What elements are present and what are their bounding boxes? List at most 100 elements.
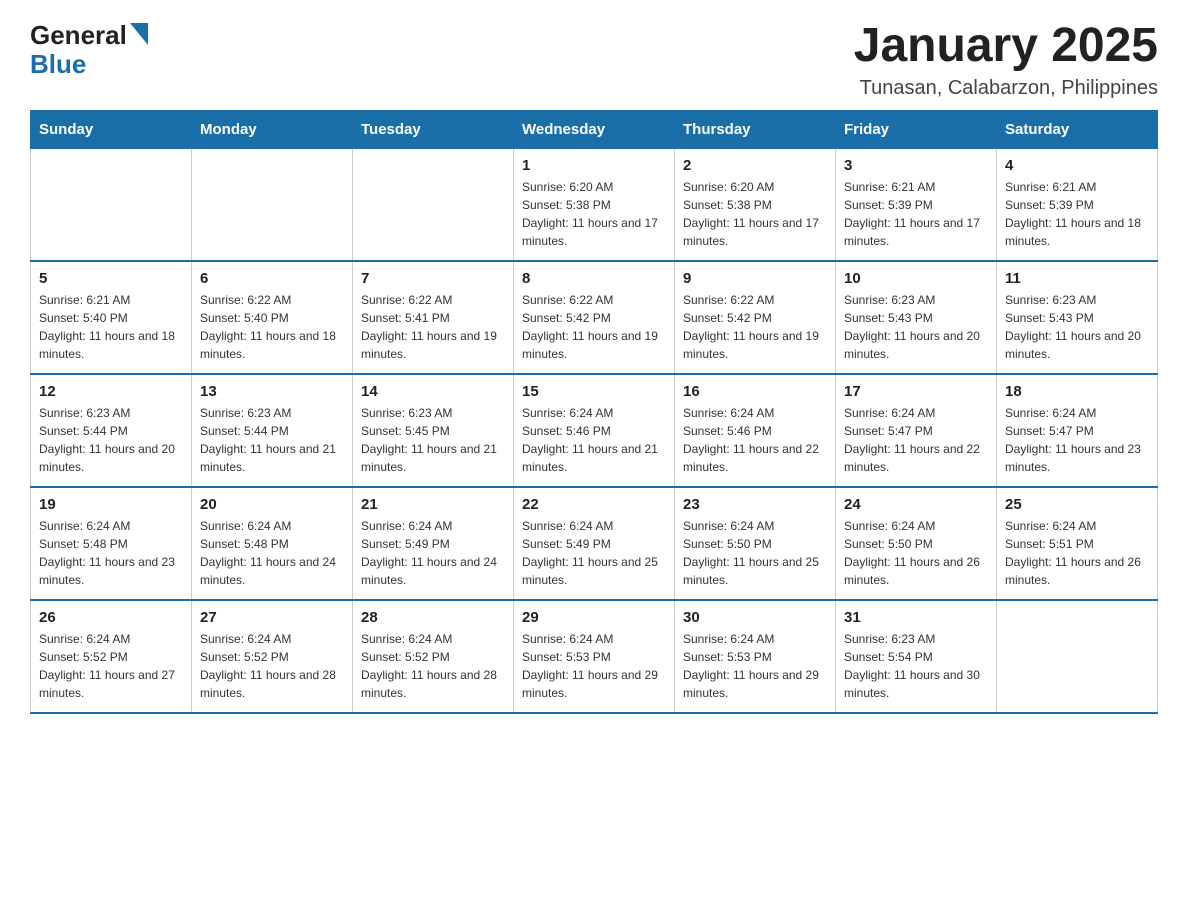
day-info: Sunrise: 6:24 AMSunset: 5:50 PMDaylight:… <box>844 517 988 589</box>
day-number: 30 <box>683 609 827 626</box>
page-header: General Blue January 2025 Tunasan, Calab… <box>30 20 1158 100</box>
day-number: 1 <box>522 157 666 174</box>
calendar-body: 1 Sunrise: 6:20 AMSunset: 5:38 PMDaylight… <box>31 148 1158 713</box>
calendar-cell: 24 Sunrise: 6:24 AMSunset: 5:50 PMDayligh… <box>836 487 997 600</box>
day-info: Sunrise: 6:24 AMSunset: 5:46 PMDaylight:… <box>683 404 827 476</box>
day-info: Sunrise: 6:20 AMSunset: 5:38 PMDaylight:… <box>683 178 827 250</box>
calendar-cell: 29Sunrise: 6:24 AMSunset: 5:53 PMDayligh… <box>514 600 675 713</box>
page-subtitle: Tunasan, Calabarzon, Philippines <box>854 77 1158 100</box>
calendar-cell <box>353 148 514 261</box>
day-info: Sunrise: 6:24 AMSunset: 5:47 PMDaylight:… <box>844 404 988 476</box>
calendar-header-row: SundayMondayTuesdayWednesdayThursdayFrid… <box>31 110 1158 148</box>
calendar-cell: 14 Sunrise: 6:23 AMSunset: 5:45 PMDayligh… <box>353 374 514 487</box>
calendar-cell: 15 Sunrise: 6:24 AMSunset: 5:46 PMDayligh… <box>514 374 675 487</box>
day-info: Sunrise: 6:24 AMSunset: 5:52 PMDaylight:… <box>361 630 505 702</box>
day-info: Sunrise: 6:24 AMSunset: 5:48 PMDaylight:… <box>39 517 183 589</box>
day-info: Sunrise: 6:24 AMSunset: 5:46 PMDaylight:… <box>522 404 666 476</box>
day-number: 19 <box>39 496 183 513</box>
calendar-cell: 19 Sunrise: 6:24 AMSunset: 5:48 PMDayligh… <box>31 487 192 600</box>
day-info: Sunrise: 6:21 AMSunset: 5:39 PMDaylight:… <box>844 178 988 250</box>
calendar-cell: 3Sunrise: 6:21 AMSunset: 5:39 PMDaylight… <box>836 148 997 261</box>
day-info: Sunrise: 6:23 AMSunset: 5:54 PMDaylight:… <box>844 630 988 702</box>
calendar-cell: 22 Sunrise: 6:24 AMSunset: 5:49 PMDayligh… <box>514 487 675 600</box>
calendar-cell: 9 Sunrise: 6:22 AMSunset: 5:42 PMDaylight… <box>675 261 836 374</box>
day-number: 9 <box>683 270 827 287</box>
logo-triangle-icon <box>130 23 148 45</box>
day-info: Sunrise: 6:23 AMSunset: 5:43 PMDaylight:… <box>1005 291 1149 363</box>
day-number: 15 <box>522 383 666 400</box>
header-thursday: Thursday <box>675 110 836 148</box>
calendar-cell <box>31 148 192 261</box>
day-number: 21 <box>361 496 505 513</box>
calendar-cell: 11 Sunrise: 6:23 AMSunset: 5:43 PMDayligh… <box>997 261 1158 374</box>
calendar-cell: 28 Sunrise: 6:24 AMSunset: 5:52 PMDayligh… <box>353 600 514 713</box>
day-number: 5 <box>39 270 183 287</box>
logo-general-text: General <box>30 20 127 51</box>
day-info: Sunrise: 6:24 AMSunset: 5:47 PMDaylight:… <box>1005 404 1149 476</box>
calendar-header: SundayMondayTuesdayWednesdayThursdayFrid… <box>31 110 1158 148</box>
calendar-cell: 5Sunrise: 6:21 AMSunset: 5:40 PMDaylight… <box>31 261 192 374</box>
day-info: Sunrise: 6:24 AMSunset: 5:49 PMDaylight:… <box>361 517 505 589</box>
calendar-week-1: 1 Sunrise: 6:20 AMSunset: 5:38 PMDaylight… <box>31 148 1158 261</box>
calendar-cell <box>192 148 353 261</box>
day-number: 23 <box>683 496 827 513</box>
day-info: Sunrise: 6:24 AMSunset: 5:53 PMDaylight:… <box>683 630 827 702</box>
day-number: 11 <box>1005 270 1149 287</box>
day-info: Sunrise: 6:22 AMSunset: 5:42 PMDaylight:… <box>522 291 666 363</box>
header-sunday: Sunday <box>31 110 192 148</box>
logo: General Blue <box>30 20 148 80</box>
calendar-cell: 25Sunrise: 6:24 AMSunset: 5:51 PMDayligh… <box>997 487 1158 600</box>
calendar-cell: 12 Sunrise: 6:23 AMSunset: 5:44 PMDayligh… <box>31 374 192 487</box>
day-number: 26 <box>39 609 183 626</box>
calendar-week-4: 19 Sunrise: 6:24 AMSunset: 5:48 PMDayligh… <box>31 487 1158 600</box>
day-number: 14 <box>361 383 505 400</box>
day-info: Sunrise: 6:23 AMSunset: 5:44 PMDaylight:… <box>200 404 344 476</box>
calendar-cell: 1 Sunrise: 6:20 AMSunset: 5:38 PMDaylight… <box>514 148 675 261</box>
calendar-cell: 2 Sunrise: 6:20 AMSunset: 5:38 PMDaylight… <box>675 148 836 261</box>
day-number: 16 <box>683 383 827 400</box>
day-number: 12 <box>39 383 183 400</box>
day-number: 20 <box>200 496 344 513</box>
calendar-cell: 7Sunrise: 6:22 AMSunset: 5:41 PMDaylight… <box>353 261 514 374</box>
day-number: 2 <box>683 157 827 174</box>
logo-blue-text: Blue <box>30 49 86 80</box>
calendar-cell: 27 Sunrise: 6:24 AMSunset: 5:52 PMDayligh… <box>192 600 353 713</box>
day-info: Sunrise: 6:24 AMSunset: 5:52 PMDaylight:… <box>39 630 183 702</box>
calendar-cell: 20Sunrise: 6:24 AMSunset: 5:48 PMDayligh… <box>192 487 353 600</box>
day-number: 25 <box>1005 496 1149 513</box>
day-number: 18 <box>1005 383 1149 400</box>
day-number: 22 <box>522 496 666 513</box>
calendar-cell: 8 Sunrise: 6:22 AMSunset: 5:42 PMDaylight… <box>514 261 675 374</box>
header-tuesday: Tuesday <box>353 110 514 148</box>
calendar-cell: 17Sunrise: 6:24 AMSunset: 5:47 PMDayligh… <box>836 374 997 487</box>
day-number: 4 <box>1005 157 1149 174</box>
day-number: 10 <box>844 270 988 287</box>
header-saturday: Saturday <box>997 110 1158 148</box>
day-info: Sunrise: 6:24 AMSunset: 5:49 PMDaylight:… <box>522 517 666 589</box>
header-friday: Friday <box>836 110 997 148</box>
calendar-cell: 6Sunrise: 6:22 AMSunset: 5:40 PMDaylight… <box>192 261 353 374</box>
day-info: Sunrise: 6:23 AMSunset: 5:45 PMDaylight:… <box>361 404 505 476</box>
calendar-week-3: 12 Sunrise: 6:23 AMSunset: 5:44 PMDayligh… <box>31 374 1158 487</box>
calendar-cell: 23 Sunrise: 6:24 AMSunset: 5:50 PMDayligh… <box>675 487 836 600</box>
day-number: 24 <box>844 496 988 513</box>
calendar-cell: 26 Sunrise: 6:24 AMSunset: 5:52 PMDayligh… <box>31 600 192 713</box>
day-info: Sunrise: 6:21 AMSunset: 5:39 PMDaylight:… <box>1005 178 1149 250</box>
calendar-week-2: 5Sunrise: 6:21 AMSunset: 5:40 PMDaylight… <box>31 261 1158 374</box>
day-info: Sunrise: 6:20 AMSunset: 5:38 PMDaylight:… <box>522 178 666 250</box>
day-info: Sunrise: 6:22 AMSunset: 5:42 PMDaylight:… <box>683 291 827 363</box>
day-info: Sunrise: 6:23 AMSunset: 5:43 PMDaylight:… <box>844 291 988 363</box>
day-number: 7 <box>361 270 505 287</box>
calendar-cell: 21 Sunrise: 6:24 AMSunset: 5:49 PMDayligh… <box>353 487 514 600</box>
calendar-cell: 16 Sunrise: 6:24 AMSunset: 5:46 PMDayligh… <box>675 374 836 487</box>
day-info: Sunrise: 6:24 AMSunset: 5:52 PMDaylight:… <box>200 630 344 702</box>
day-info: Sunrise: 6:23 AMSunset: 5:44 PMDaylight:… <box>39 404 183 476</box>
calendar-cell: 31Sunrise: 6:23 AMSunset: 5:54 PMDayligh… <box>836 600 997 713</box>
calendar-table: SundayMondayTuesdayWednesdayThursdayFrid… <box>30 110 1158 714</box>
day-info: Sunrise: 6:24 AMSunset: 5:50 PMDaylight:… <box>683 517 827 589</box>
day-number: 27 <box>200 609 344 626</box>
calendar-cell <box>997 600 1158 713</box>
header-wednesday: Wednesday <box>514 110 675 148</box>
day-number: 28 <box>361 609 505 626</box>
day-number: 8 <box>522 270 666 287</box>
